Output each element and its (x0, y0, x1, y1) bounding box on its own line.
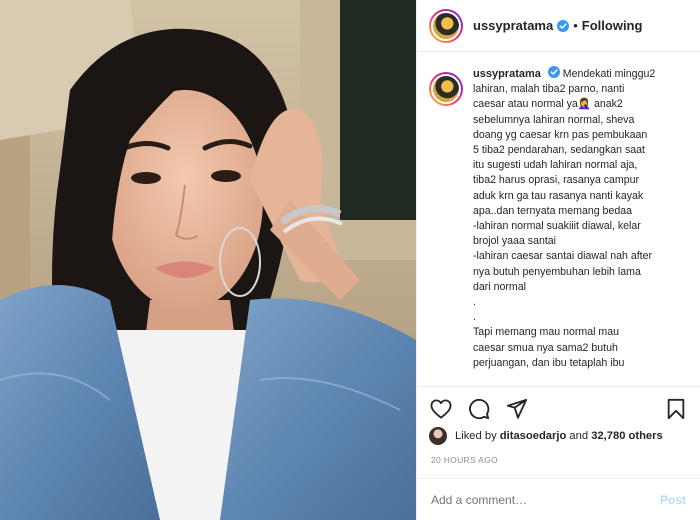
caption-line: doang yg caesar krn pas pembukaan (473, 128, 648, 141)
share-button[interactable] (505, 397, 529, 421)
save-button[interactable] (664, 397, 688, 421)
verified-badge-icon (547, 66, 560, 78)
caption-text: ussypratama Mendekati minggu2 lahiran, m… (473, 66, 688, 371)
avatar-image (431, 74, 461, 104)
caption-line: lahiran, malah tiba2 parno, nanti (473, 83, 625, 96)
verified-badge-icon (557, 19, 570, 32)
caption-line: itu sugesti udah lahiran normal aja, (473, 159, 638, 172)
caption-area: ussypratama Mendekati minggu2 lahiran, m… (417, 66, 700, 384)
post-comment-button[interactable]: Post (660, 493, 686, 507)
caption-line: -lahiran caesar santai diawal nah after (473, 250, 653, 263)
comment-icon (469, 398, 490, 419)
heart-icon (430, 398, 452, 419)
header-separator: • (573, 18, 578, 33)
caption-line: sebelumnya lahiran normal, sheva (473, 113, 635, 126)
caption-line: dari normal (473, 280, 526, 293)
author-avatar[interactable] (429, 8, 463, 43)
post-sidebar: ussypratama • Following ussypratama Mend… (416, 0, 700, 520)
action-bar (417, 386, 700, 430)
caption-line: aduk krn ga tau rasanya nanti kayak (473, 189, 644, 202)
caption-line: perjuangan, dan ibu tetaplah ibu (473, 356, 625, 369)
likes-prefix: Liked by (455, 430, 497, 442)
post-timestamp[interactable]: 20 HOURS AGO (431, 455, 498, 465)
comment-input[interactable] (431, 492, 660, 507)
comment-bar: Post (417, 478, 700, 520)
likes-summary: Liked by ditasoedarjo and 32,780 others (429, 427, 688, 445)
avatar-image (431, 10, 461, 41)
caption-line: nya butuh penyembuhan lebih lama (473, 265, 641, 278)
post-header: ussypratama • Following (417, 0, 700, 52)
caption-line: Mendekati minggu2 (562, 68, 656, 80)
caption-line: tiba2 harus oprasi, rasanya campur (473, 174, 640, 187)
liker-avatar[interactable] (429, 427, 447, 445)
post-photo[interactable] (0, 0, 416, 520)
author-username[interactable]: ussypratama (473, 18, 553, 33)
following-button[interactable]: Following (582, 18, 643, 33)
caption-line: apa..dan ternyata memang bedaa (473, 204, 633, 217)
caption-line: -lahiran normal suakiiit diawal, kelar (473, 220, 641, 233)
likes-count[interactable]: 32,780 others (591, 430, 663, 442)
likes-conjunction: and (569, 430, 589, 442)
caption-line: brojol yaaa santai (473, 235, 557, 248)
liker-username[interactable]: ditasoedarjo (500, 430, 567, 442)
like-button[interactable] (429, 397, 453, 421)
selfie-photo-image (0, 0, 416, 520)
caption-row: ussypratama Mendekati minggu2 lahiran, m… (429, 66, 688, 371)
caption-line: . (473, 311, 476, 324)
caption-line: caesar atau normal ya🤦‍♀️ anak2 (473, 98, 623, 111)
caption-line: . (473, 296, 476, 309)
caption-line: Tapi memang mau normal mau (473, 326, 620, 339)
caption-username[interactable]: ussypratama (473, 68, 541, 80)
bookmark-icon (667, 398, 685, 419)
caption-author-avatar[interactable] (429, 72, 463, 106)
caption-line: 5 tiba2 pendarahan, sedangkan saat (473, 144, 645, 157)
caption-line: caesar smua nya sama2 butuh (473, 341, 618, 354)
share-icon (506, 398, 528, 419)
comment-button[interactable] (467, 397, 491, 421)
